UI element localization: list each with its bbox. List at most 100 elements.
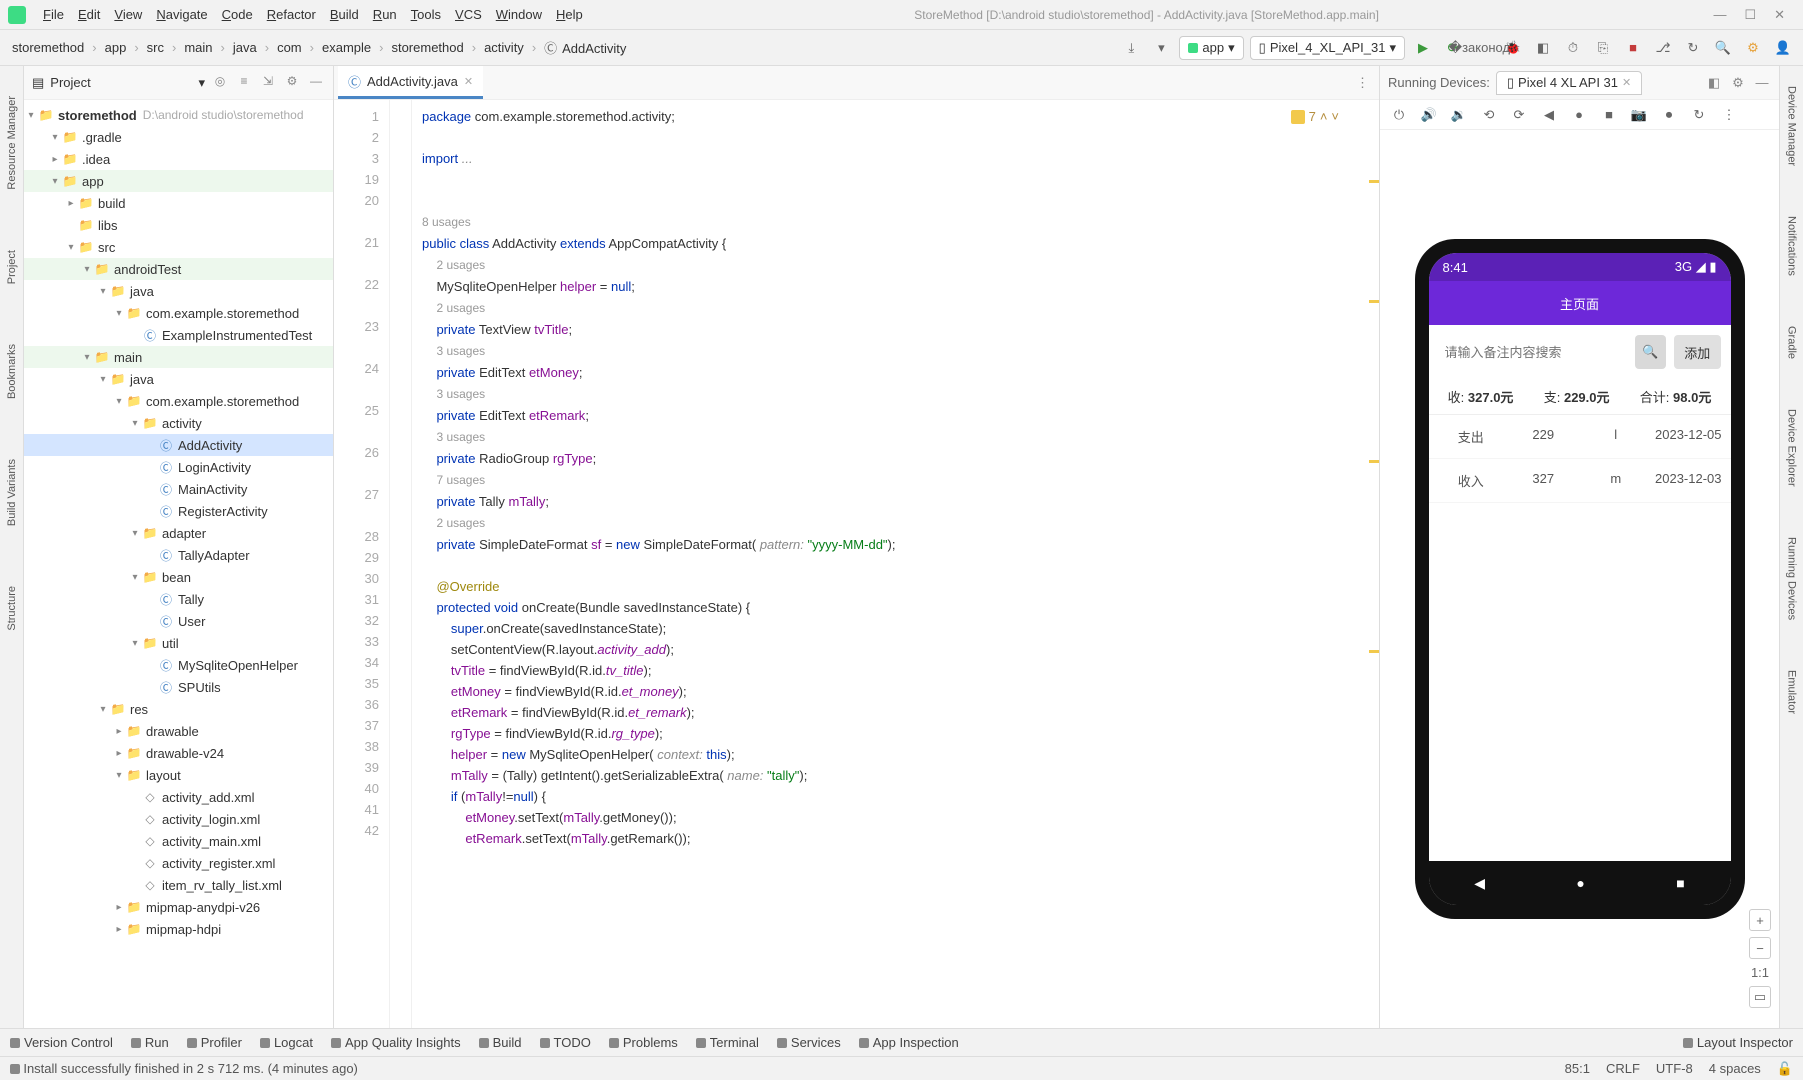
more-icon[interactable]: ⋮	[1720, 107, 1738, 123]
tool-profiler[interactable]: Profiler	[187, 1035, 242, 1050]
updates-icon[interactable]: ↻	[1681, 36, 1705, 60]
run-config-selector[interactable]: app▾	[1179, 36, 1243, 60]
back-icon[interactable]: ◀	[1540, 107, 1558, 123]
encoding[interactable]: UTF-8	[1656, 1061, 1693, 1077]
tree-item-java[interactable]: ▾📁java	[24, 368, 333, 390]
search-icon[interactable]: 🔍	[1711, 36, 1735, 60]
menu-view[interactable]: View	[107, 7, 149, 22]
add-button[interactable]: 添加	[1674, 335, 1720, 369]
tool-build[interactable]: Build	[479, 1035, 522, 1050]
record-icon[interactable]: ⏺	[1660, 107, 1678, 123]
tree-item-loginactivity[interactable]: ⒸLoginActivity	[24, 456, 333, 478]
gear-icon[interactable]: ⚙	[283, 74, 301, 92]
tree-root[interactable]: ▾📁storemethodD:\android studio\storemeth…	[24, 104, 333, 126]
search-button[interactable]: 🔍	[1635, 335, 1667, 369]
chevron-up-icon[interactable]: ˄	[1320, 106, 1328, 127]
tree-item-mipmap-hdpi[interactable]: ▸📁mipmap-hdpi	[24, 918, 333, 940]
debug-icon[interactable]: �законода	[1471, 36, 1495, 60]
tree-item-item_rv_tally_list-xml[interactable]: ◇item_rv_tally_list.xml	[24, 874, 333, 896]
tree-item-user[interactable]: ⒸUser	[24, 610, 333, 632]
breadcrumb-item[interactable]: storemethod	[8, 38, 88, 57]
overview-icon[interactable]: ■	[1600, 107, 1618, 122]
menu-build[interactable]: Build	[323, 7, 366, 22]
attach-icon[interactable]: ⎘	[1591, 36, 1615, 60]
menu-run[interactable]: Run	[366, 7, 404, 22]
dropdown-icon[interactable]: ▾	[1149, 36, 1173, 60]
emulator-display[interactable]: 8:41 3G ◢ ▮ 主页面 🔍 添加 收: 327.0元 支: 229.0元	[1380, 130, 1779, 1028]
tally-row[interactable]: 支出229l2023-12-05	[1429, 415, 1731, 459]
rail-emulator[interactable]: Emulator	[1786, 670, 1798, 714]
nav-home-icon[interactable]: ●	[1576, 875, 1584, 891]
tool-app-inspection[interactable]: App Inspection	[859, 1035, 959, 1050]
maximize-icon[interactable]: ☐	[1744, 7, 1756, 23]
menu-vcs[interactable]: VCS	[448, 7, 489, 22]
rail-gradle[interactable]: Gradle	[1786, 326, 1798, 359]
menu-code[interactable]: Code	[215, 7, 260, 22]
breadcrumb-item[interactable]: example	[318, 38, 375, 57]
indent-setting[interactable]: 4 spaces	[1709, 1061, 1761, 1077]
close-icon[interactable]: ✕	[1774, 7, 1785, 23]
tree-item-mysqliteopenhelper[interactable]: ⒸMySqliteOpenHelper	[24, 654, 333, 676]
tree-item--idea[interactable]: ▸📁.idea	[24, 148, 333, 170]
breadcrumb-item[interactable]: src	[143, 38, 168, 57]
breadcrumb-item[interactable]: storemethod	[387, 38, 467, 57]
editor-tab[interactable]: Ⓒ AddActivity.java ✕	[338, 66, 483, 99]
tree-item-exampleinstrumentedtest[interactable]: ⒸExampleInstrumentedTest	[24, 324, 333, 346]
tree-item-util[interactable]: ▾📁util	[24, 632, 333, 654]
breadcrumb-item[interactable]: java	[229, 38, 261, 57]
tree-item-java[interactable]: ▾📁java	[24, 280, 333, 302]
tree-item-libs[interactable]: 📁libs	[24, 214, 333, 236]
tool-todo[interactable]: TODO	[540, 1035, 591, 1050]
project-tree[interactable]: ▾📁storemethodD:\android studio\storemeth…	[24, 100, 333, 1028]
nav-back-icon[interactable]: ◀	[1474, 875, 1485, 892]
home-icon[interactable]: ●	[1570, 107, 1588, 122]
hide-icon[interactable]: —	[1753, 75, 1771, 90]
tree-item-com-example-storemethod[interactable]: ▾📁com.example.storemethod	[24, 390, 333, 412]
tree-item-activity_main-xml[interactable]: ◇activity_main.xml	[24, 830, 333, 852]
nav-overview-icon[interactable]: ■	[1676, 875, 1684, 891]
tree-item-activity[interactable]: ▾📁activity	[24, 412, 333, 434]
tool-run[interactable]: Run	[131, 1035, 169, 1050]
tree-item-main[interactable]: ▾📁main	[24, 346, 333, 368]
code-editor[interactable]: 1 2 3 19 20 21 22 23 24 25 26 27 28 29 3…	[334, 100, 1379, 1028]
rotate-right-icon[interactable]: ⟳	[1510, 107, 1528, 123]
sort-icon[interactable]: ≡	[235, 74, 253, 92]
tree-item-activity_add-xml[interactable]: ◇activity_add.xml	[24, 786, 333, 808]
tree-item-drawable-v24[interactable]: ▸📁drawable-v24	[24, 742, 333, 764]
profile-icon[interactable]: ⏱	[1561, 36, 1585, 60]
tool-layout-inspector[interactable]: Layout Inspector	[1683, 1035, 1793, 1050]
zoom-out-button[interactable]: −	[1749, 937, 1771, 959]
tree-item-app[interactable]: ▾📁app	[24, 170, 333, 192]
readonly-icon[interactable]: 🔓	[1777, 1061, 1793, 1077]
stop-icon[interactable]: ■	[1621, 36, 1645, 60]
menu-tools[interactable]: Tools	[404, 7, 448, 22]
breadcrumb-item[interactable]: main	[180, 38, 216, 57]
tree-item-activity_register-xml[interactable]: ◇activity_register.xml	[24, 852, 333, 874]
tool-services[interactable]: Services	[777, 1035, 841, 1050]
tree-item-registeractivity[interactable]: ⒸRegisterActivity	[24, 500, 333, 522]
coverage-icon[interactable]: ◧	[1531, 36, 1555, 60]
tally-row[interactable]: 收入327m2023-12-03	[1429, 459, 1731, 503]
tree-item-com-example-storemethod[interactable]: ▾📁com.example.storemethod	[24, 302, 333, 324]
zoom-in-button[interactable]: +	[1749, 909, 1771, 931]
tree-item-bean[interactable]: ▾📁bean	[24, 566, 333, 588]
volume-up-icon[interactable]: 🔊	[1420, 107, 1438, 123]
tree-item-tallyadapter[interactable]: ⒸTallyAdapter	[24, 544, 333, 566]
run-icon[interactable]: ▶	[1411, 36, 1435, 60]
bug-icon[interactable]: 🐞	[1501, 36, 1525, 60]
minimize-icon[interactable]: —	[1713, 7, 1726, 23]
breadcrumb-item[interactable]: Ⓒ AddActivity	[540, 36, 630, 59]
rail-notifications[interactable]: Notifications	[1786, 216, 1798, 276]
breadcrumb-item[interactable]: app	[101, 38, 131, 57]
rail-device-manager[interactable]: Device Manager	[1786, 86, 1798, 166]
tool-problems[interactable]: Problems	[609, 1035, 678, 1050]
close-tab-icon[interactable]: ✕	[464, 75, 473, 88]
screenshot-icon[interactable]: 📷	[1630, 107, 1648, 123]
tree-item-build[interactable]: ▸📁build	[24, 192, 333, 214]
power-icon[interactable]: ⏻	[1390, 107, 1408, 123]
tree-item-mainactivity[interactable]: ⒸMainActivity	[24, 478, 333, 500]
zoom-fit-button[interactable]: ▭	[1749, 986, 1771, 1008]
tree-item-mipmap-anydpi-v26[interactable]: ▸📁mipmap-anydpi-v26	[24, 896, 333, 918]
rotate-left-icon[interactable]: ⟲	[1480, 107, 1498, 123]
line-ending[interactable]: CRLF	[1606, 1061, 1640, 1077]
